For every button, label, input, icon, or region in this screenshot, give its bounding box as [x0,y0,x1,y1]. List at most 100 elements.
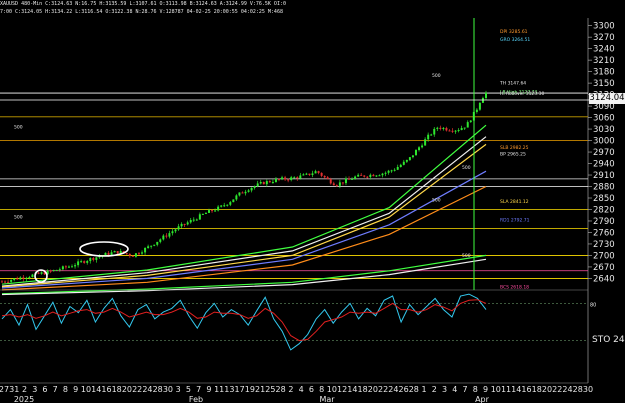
time-tick-label: 20 [368,385,378,394]
candle-body [89,258,92,262]
price-tick-label: 2730 [593,240,615,250]
candle-body [430,134,433,136]
candle-body [7,281,10,283]
level-annotation: 500 [432,73,441,79]
candle-body [268,181,271,183]
level-annotation: SLA 2841.12 [500,199,529,205]
candle-body [314,171,317,174]
level-annotation: Hi Rollover 3123.30 [500,91,544,97]
level-annotation: 500 [462,253,471,259]
price-tick-label: 2790 [593,217,615,227]
time-tick-label: 1 [422,385,427,394]
candle-body [265,181,268,185]
price-tick-label: 2700 [593,251,615,261]
candle-body [481,97,484,103]
chart-background [0,0,625,403]
candle-body [207,210,210,213]
time-tick-label: 22 [552,385,562,394]
candle-body [369,174,372,178]
candle-body [363,175,366,177]
candle-body [171,231,174,234]
time-tick-label: 10 [327,385,337,394]
candle-body [348,178,351,180]
candle-body [49,270,52,272]
time-tick-label: 13 [224,385,234,394]
candle-body [247,190,250,192]
candle-body [454,130,457,132]
candle-body [192,219,195,221]
candle-body [198,214,201,220]
candle-body [71,266,74,268]
price-tick-label: 2970 [593,148,615,158]
candle-body [37,272,40,274]
candle-body [384,172,387,174]
candle-body [13,278,16,280]
candle-body [302,174,305,176]
time-tick-label: 10 [491,385,501,394]
time-tick-label: 9 [483,385,488,394]
candle-body [104,252,107,256]
month-label: Mar [319,395,335,403]
candle-body [466,122,469,128]
candle-body [381,173,384,176]
time-tick-label: 10 [81,385,91,394]
candle-body [174,229,177,232]
candle-body [296,177,299,179]
candle-body [421,145,424,148]
price-chart: DPI 3285.61GRO 3264.51TH 3147.64LB High … [0,0,625,403]
candle-body [113,251,116,253]
candle-body [4,281,7,283]
candle-body [445,127,448,131]
candle-body [116,251,119,254]
time-tick-label: 8 [319,385,324,394]
time-tick-label: 30 [583,385,593,394]
candle-body [86,261,89,263]
time-tick-label: 5 [186,385,191,394]
candle-body [52,270,55,272]
candle-body [141,252,144,254]
candle-body [107,252,110,255]
candle-body [92,258,95,260]
time-tick-label: 3 [176,385,181,394]
price-tick-label: 3030 [593,125,615,135]
candle-body [457,130,460,132]
level-annotation: BCS 2618.18 [500,284,529,290]
candle-body [134,253,137,257]
time-tick-label: 30 [163,385,173,394]
candle-body [469,120,472,123]
candle-body [271,181,274,183]
candle-body [168,233,171,237]
candle-body [439,127,442,129]
candle-body [110,252,113,255]
candle-body [1,281,3,283]
candle-body [83,261,86,263]
time-tick-label: 28 [573,385,583,394]
candle-body [323,175,326,178]
time-tick-label: 22 [132,385,142,394]
candle-body [357,174,360,177]
symbol-header-line1: XAUUSD 480-Min C:3124.63 N:16.75 H:3135.… [0,1,286,7]
candle-body [344,178,347,184]
time-tick-label: 16 [521,385,531,394]
candle-body [253,186,256,188]
price-tick-label: 2910 [593,171,615,181]
level-annotation: TH 3147.64 [499,81,526,87]
candle-body [372,174,375,177]
candle-body [433,128,436,135]
level-annotation: DPI 3285.61 [500,29,528,35]
stochastic-label: STO 24, [592,335,625,345]
candle-body [308,173,311,176]
candle-body [241,192,244,194]
price-tick-label: 2820 [593,205,615,215]
price-tick-label: 2880 [593,183,615,193]
candle-body [424,139,427,146]
time-tick-label: 11 [214,385,224,394]
candle-body [320,172,323,176]
time-tick-label: 14 [347,385,357,394]
time-tick-label: 4 [299,385,304,394]
time-tick-label: 4 [452,385,457,394]
price-tick-label: 3000 [593,137,615,147]
candle-body [290,177,293,180]
time-tick-label: 3 [442,385,447,394]
candle-body [119,251,122,254]
